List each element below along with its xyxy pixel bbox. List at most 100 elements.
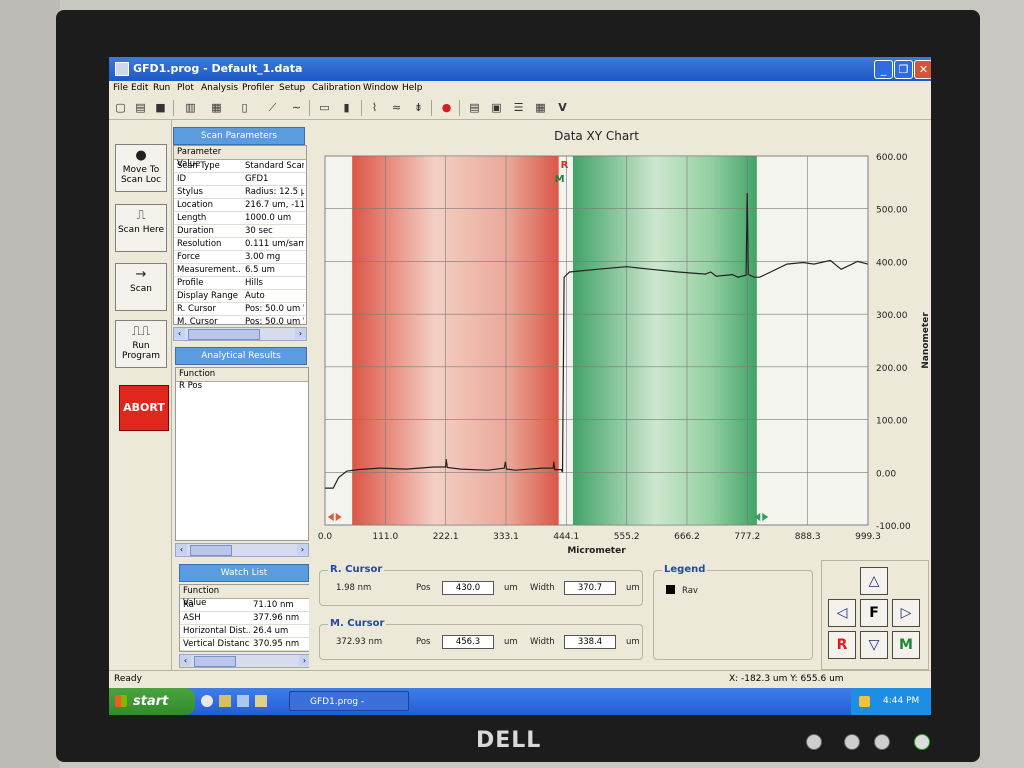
table-row[interactable]: Ra 71.10 nm	[180, 599, 310, 612]
table-row[interactable]: Location 216.7 um, -110	[174, 199, 306, 212]
run-program-button[interactable]: ⎍⎍ Run Program	[115, 320, 167, 368]
menu-edit[interactable]: Edit	[131, 83, 148, 93]
quick-launch-icon[interactable]	[255, 695, 267, 707]
m-cursor-box: M. Cursor 372.93 nm Pos 456.3 um Width 3…	[319, 618, 643, 660]
menu-profiler[interactable]: Profiler	[242, 83, 274, 93]
wave-icon[interactable]: ∼	[289, 100, 304, 115]
print-icon[interactable]: ▦	[209, 100, 224, 115]
scroll-thumb[interactable]	[194, 656, 236, 667]
stop-icon[interactable]: ●	[439, 100, 454, 115]
profile-icon[interactable]: ≈	[389, 100, 404, 115]
scan-here-button[interactable]: ⎍ Scan Here	[115, 204, 167, 252]
menu-calibration[interactable]: Calibration	[312, 83, 361, 93]
scroll-right-icon[interactable]: ›	[295, 328, 306, 339]
menu-window[interactable]: Window	[363, 83, 399, 93]
start-button[interactable]: start	[109, 688, 195, 715]
document-icon[interactable]: ▯	[237, 100, 252, 115]
param-value: Hills	[245, 278, 263, 288]
param-value: 1000.0 um	[245, 213, 292, 223]
m-width-input[interactable]: 338.4	[564, 635, 616, 649]
watch-list-scrollbar[interactable]: ‹ ›	[179, 654, 311, 668]
monitor-button[interactable]	[874, 734, 890, 750]
table-row[interactable]: ASH 377.96 nm	[180, 612, 310, 625]
x-tick-label: 777.2	[734, 532, 760, 542]
table-row[interactable]: Vertical Distance370.95 nm	[180, 638, 310, 651]
m-pos-input[interactable]: 456.3	[442, 635, 494, 649]
scroll-thumb[interactable]	[188, 329, 260, 340]
open-folder-icon[interactable]: ▤	[133, 100, 148, 115]
column-header: Function	[179, 369, 216, 379]
table-row[interactable]: Resolution 0.111 um/samp	[174, 238, 306, 251]
menu-analysis[interactable]: Analysis	[201, 83, 238, 93]
nav-down-button[interactable]: ▽	[860, 631, 888, 659]
table-icon[interactable]: ▦	[533, 100, 548, 115]
nav-r-button[interactable]: R	[828, 631, 856, 659]
scan-button[interactable]: → Scan	[115, 263, 167, 311]
stack-icon[interactable]: ⇟	[411, 100, 426, 115]
m-cursor-value: 372.93 nm	[336, 637, 383, 647]
watch-function: Ra	[183, 600, 194, 610]
taskbar-item-label: GFD1.prog - Default_...	[310, 697, 365, 707]
print-preview-icon[interactable]: ▥	[183, 100, 198, 115]
chart-icon[interactable]: ▭	[317, 100, 332, 115]
menu-setup[interactable]: Setup	[279, 83, 305, 93]
scroll-left-icon[interactable]: ‹	[176, 544, 187, 555]
table-row[interactable]: Force 3.00 mg	[174, 251, 306, 264]
measure-icon[interactable]: ⟋	[265, 100, 280, 115]
step-icon[interactable]: ⌇	[367, 100, 382, 115]
menu-run[interactable]: Run	[153, 83, 170, 93]
v-icon[interactable]: V	[555, 100, 570, 115]
y-tick-label: 300.00	[876, 311, 908, 321]
close-button[interactable]: ✕	[914, 60, 931, 79]
watch-list-header: Watch List	[179, 564, 309, 582]
table-row[interactable]: ID GFD1	[174, 173, 306, 186]
r-width-input[interactable]: 370.7	[564, 581, 616, 595]
image-icon[interactable]: ▣	[489, 100, 504, 115]
taskbar-item-gfd1[interactable]: GFD1.prog - Default_...	[289, 691, 409, 711]
menu-plot[interactable]: Plot	[177, 83, 194, 93]
maximize-button[interactable]: ❐	[894, 60, 913, 79]
nav-left-button[interactable]: ◁	[828, 599, 856, 627]
tray-icon[interactable]	[859, 696, 870, 707]
scan-params-scrollbar[interactable]: ‹ ›	[173, 327, 307, 341]
monitor-button[interactable]	[806, 734, 822, 750]
table-row[interactable]: R. Cursor Pos: 50.0 um W	[174, 303, 306, 316]
r-width-label: Width	[530, 583, 555, 593]
quick-launch-icon[interactable]	[201, 695, 213, 707]
table-row[interactable]: Duration 30 sec	[174, 225, 306, 238]
move-to-scan-loc-button[interactable]: ● Move To Scan Loc	[115, 144, 167, 192]
table-row[interactable]: Profile Hills	[174, 277, 306, 290]
table-row[interactable]: Scan Type Standard Scan	[174, 160, 306, 173]
analytical-scrollbar[interactable]: ‹ ›	[175, 543, 309, 557]
monitor-button[interactable]	[844, 734, 860, 750]
scroll-thumb[interactable]	[190, 545, 232, 556]
table-header: Function R Pos	[176, 368, 308, 391]
nav-f-button[interactable]: F	[860, 599, 888, 627]
table-row[interactable]: Stylus Radius: 12.5 µm	[174, 186, 306, 199]
table-row[interactable]: Measurement…6.5 um	[174, 264, 306, 277]
scan-arrow-icon: →	[135, 267, 147, 282]
nav-right-button[interactable]: ▷	[892, 599, 920, 627]
bar-chart-icon[interactable]: ▮	[339, 100, 354, 115]
table-row[interactable]: Horizontal Dist...26.4 um	[180, 625, 310, 638]
report-icon[interactable]: ▤	[467, 100, 482, 115]
r-pos-input[interactable]: 430.0	[442, 581, 494, 595]
power-button[interactable]	[914, 734, 930, 750]
list-icon[interactable]: ☰	[511, 100, 526, 115]
menu-help[interactable]: Help	[402, 83, 423, 93]
save-icon[interactable]: ■	[153, 100, 168, 115]
scroll-left-icon[interactable]: ‹	[174, 328, 185, 339]
nav-m-button[interactable]: M	[892, 631, 920, 659]
nav-up-button[interactable]: △	[860, 567, 888, 595]
new-file-icon[interactable]: ▢	[113, 100, 128, 115]
menu-file[interactable]: File	[113, 83, 128, 93]
table-row[interactable]: Length 1000.0 um	[174, 212, 306, 225]
table-row[interactable]: Display Range Auto	[174, 290, 306, 303]
minimize-button[interactable]: _	[874, 60, 893, 79]
data-xy-chart[interactable]: Data XY Chart RM 600.00 500.00 400.00 300.00 2…	[309, 120, 931, 560]
scroll-right-icon[interactable]: ›	[297, 544, 308, 555]
scroll-left-icon[interactable]: ‹	[180, 655, 191, 666]
quick-launch-icon[interactable]	[219, 695, 231, 707]
quick-launch-icon[interactable]	[237, 695, 249, 707]
abort-button[interactable]: ABORT	[119, 385, 169, 431]
